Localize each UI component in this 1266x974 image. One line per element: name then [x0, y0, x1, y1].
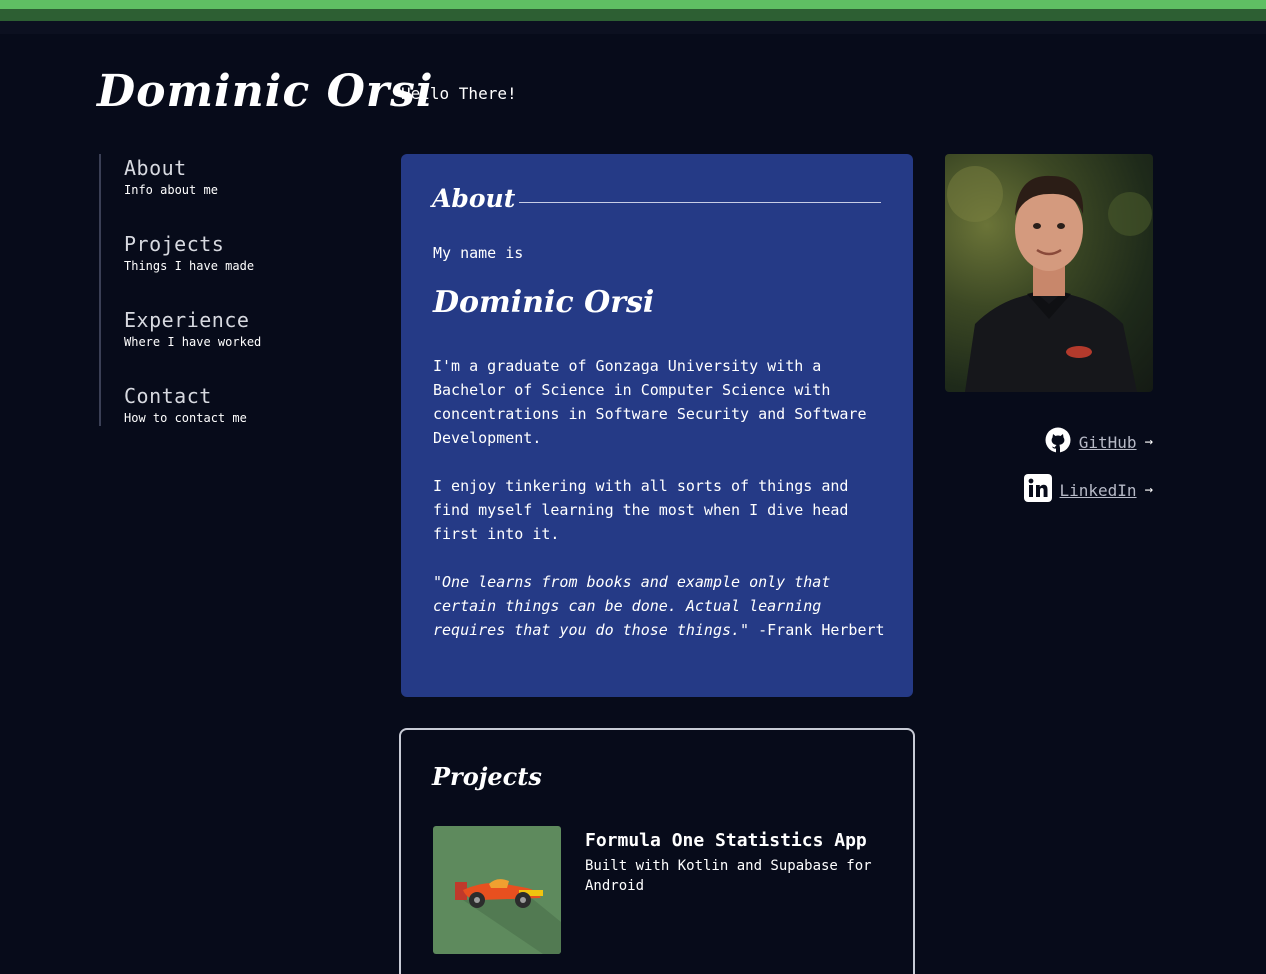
sidebar-item-contact[interactable]: Contact How to contact me — [124, 384, 247, 425]
linkedin-label: LinkedIn — [1059, 480, 1137, 500]
site-tagline: Hello There! — [401, 84, 517, 103]
sidebar-item-title: Contact — [124, 384, 212, 408]
sidebar-item-title: Projects — [124, 232, 225, 256]
project-description: Built with Kotlin and Supabase for Andro… — [585, 858, 872, 894]
linkedin-link[interactable]: LinkedIn → — [1023, 474, 1153, 506]
sidebar-item-projects[interactable]: Projects Things I have made — [124, 232, 254, 273]
about-quote: "One learns from books and example only … — [433, 570, 889, 642]
project-thumbnail[interactable] — [433, 826, 561, 954]
about-heading: About — [432, 184, 516, 213]
quote-author: -Frank Herbert — [749, 621, 885, 639]
linkedin-icon — [1023, 474, 1052, 506]
about-paragraph: I enjoy tinkering with all sorts of thin… — [433, 477, 849, 543]
sidebar-item-experience[interactable]: Experience Where I have worked — [124, 308, 261, 349]
about-paragraph: I'm a graduate of Gonzaga University wit… — [433, 357, 867, 447]
sidebar-item-title: About — [124, 156, 187, 180]
sidebar-nav: About Info about me Projects Things I ha… — [99, 154, 339, 426]
top-accent-bar-dark — [0, 9, 1266, 21]
about-heading-rule — [519, 202, 881, 203]
projects-heading: Projects — [432, 762, 542, 791]
arrow-right-icon: → — [1144, 434, 1153, 450]
race-car-icon — [455, 879, 561, 954]
sidebar-item-about[interactable]: About Info about me — [124, 156, 218, 197]
about-intro: My name is — [433, 244, 524, 262]
about-name: Dominic Orsi — [433, 285, 655, 320]
arrow-right-icon: → — [1144, 482, 1153, 498]
top-accent-divider — [0, 21, 1266, 34]
sidebar-item-subtitle: How to contact me — [124, 411, 247, 425]
github-icon — [1045, 427, 1071, 457]
sidebar-item-title: Experience — [124, 308, 250, 332]
github-label: GitHub — [1078, 432, 1137, 452]
sidebar-item-subtitle: Where I have worked — [124, 335, 262, 349]
profile-photo — [945, 154, 1153, 392]
about-card: About My name is Dominic Orsi I'm a grad… — [401, 154, 913, 697]
projects-card: Projects Formula One Statistics App Buil… — [399, 728, 915, 974]
profile-photo-illustration — [947, 166, 1152, 392]
github-link[interactable]: GitHub → — [1045, 427, 1153, 457]
sidebar-item-subtitle: Info about me — [124, 183, 218, 197]
top-accent-bar — [0, 0, 1266, 9]
sidebar-item-subtitle: Things I have made — [124, 259, 255, 273]
site-title: Dominic Orsi — [97, 66, 434, 117]
project-title[interactable]: Formula One Statistics App — [585, 830, 867, 851]
